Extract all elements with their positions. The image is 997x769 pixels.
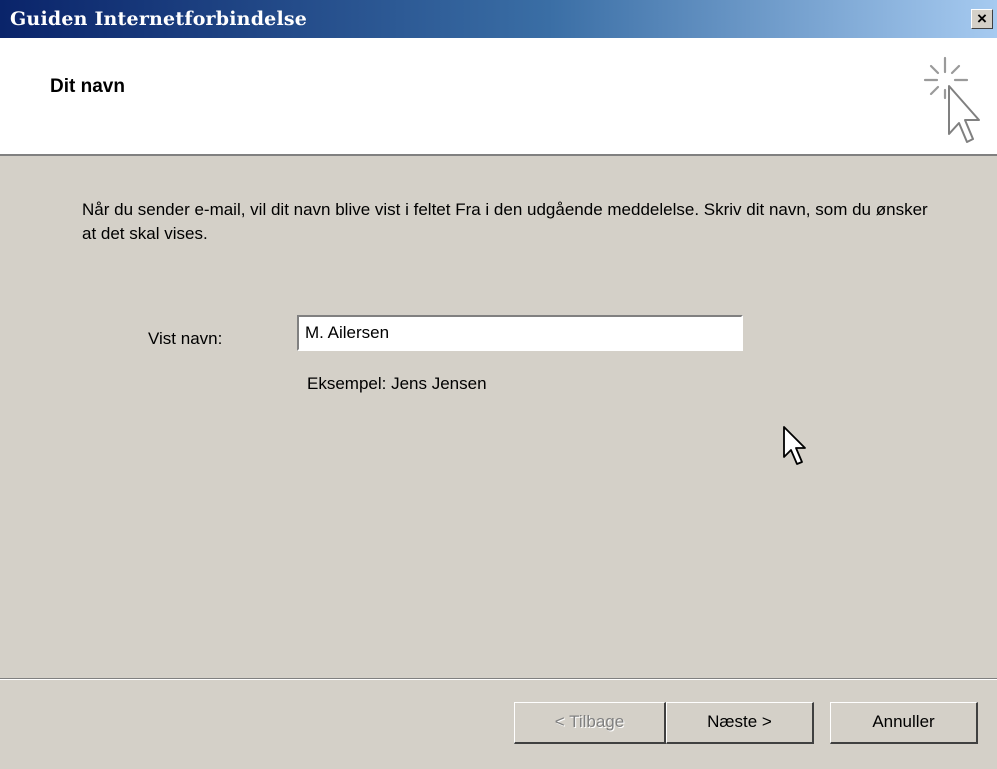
- wizard-cursor-sparkle-icon: [923, 56, 980, 143]
- window-title: Guiden Internetforbindelse: [10, 8, 308, 30]
- next-button[interactable]: Næste >: [666, 702, 814, 744]
- display-name-label: Vist navn:: [148, 329, 223, 348]
- intro-text: Når du sender e-mail, vil dit navn blive…: [82, 200, 928, 243]
- back-button[interactable]: < Tilbage: [514, 702, 666, 744]
- wizard-header: Dit navn: [0, 38, 997, 156]
- cancel-button[interactable]: Annuller: [830, 702, 978, 744]
- wizard-content: Når du sender e-mail, vil dit navn blive…: [0, 158, 997, 678]
- footer-separator: [0, 678, 997, 680]
- close-button[interactable]: ×: [971, 9, 993, 29]
- wizard-window: Guiden Internetforbindelse × Dit navn Nå…: [0, 0, 997, 769]
- display-name-input[interactable]: [297, 315, 743, 351]
- mouse-pointer-icon: [783, 426, 806, 465]
- step-title: Dit navn: [50, 76, 125, 97]
- title-bar[interactable]: Guiden Internetforbindelse ×: [0, 0, 997, 38]
- example-text: Eksempel: Jens Jensen: [307, 374, 487, 393]
